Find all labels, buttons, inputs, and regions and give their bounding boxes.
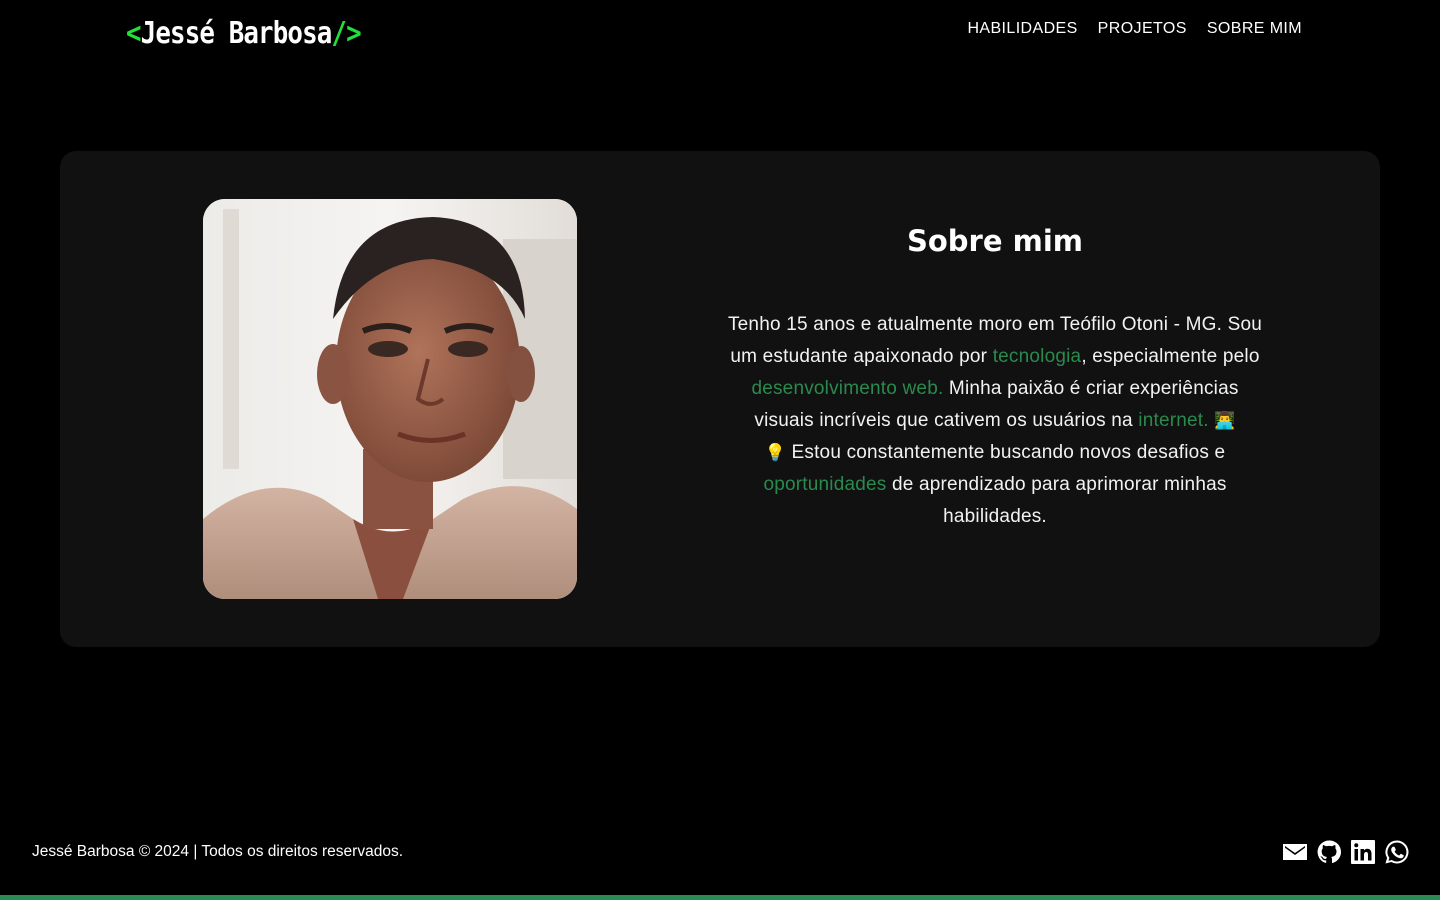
technologist-emoji-icon: 👨‍💻 [1214, 411, 1236, 430]
about-title: Sobre mim [906, 224, 1083, 258]
lightbulb-emoji-icon: 💡 [764, 443, 787, 462]
about-section: Sobre mim Tenho 15 anos e atualmente mor… [720, 211, 1270, 533]
logo-close-bracket: /> [331, 16, 361, 51]
about-text-2: , especialmente pelo [1081, 346, 1260, 367]
logo-name: Jessé Barbosa [140, 16, 333, 51]
nav-link-habilidades[interactable]: HABILIDADES [967, 18, 1077, 40]
nav-link-sobre-mim[interactable]: SOBRE MIM [1207, 18, 1302, 40]
social-links [1282, 837, 1410, 867]
profile-photo-illustration [203, 199, 577, 599]
top-navbar: <Jessé Barbosa/> HABILIDADES PROJETOS SO… [0, 0, 1440, 70]
highlight-internet: internet. [1138, 410, 1209, 431]
github-icon-glyph [1317, 840, 1341, 864]
email-icon[interactable] [1282, 837, 1308, 867]
about-card: Sobre mim Tenho 15 anos e atualmente mor… [60, 151, 1380, 647]
highlight-tecnologia: tecnologia [992, 346, 1082, 367]
main-nav: HABILIDADES PROJETOS SOBRE MIM [967, 18, 1302, 40]
highlight-oportunidades: oportunidades [763, 474, 887, 495]
about-text-5: de aprendizado para aprimorar minhas hab… [886, 474, 1227, 527]
logo-open-bracket: < [126, 16, 142, 51]
github-icon[interactable] [1316, 837, 1342, 867]
copyright-text: Jessé Barbosa © 2024 | Todos os direitos… [32, 843, 404, 860]
footer-accent-line [0, 895, 1440, 900]
about-paragraph: Tenho 15 anos e atualmente moro em Teófi… [720, 309, 1270, 533]
linkedin-icon[interactable] [1350, 837, 1376, 867]
site-logo[interactable]: <Jessé Barbosa/> [126, 12, 362, 56]
nav-link-projetos[interactable]: PROJETOS [1098, 18, 1187, 40]
highlight-desenvolvimento-web: desenvolvimento web. [751, 378, 944, 399]
profile-photo [203, 199, 577, 599]
email-icon-glyph [1283, 844, 1307, 860]
about-text-4: Estou constantemente buscando novos desa… [786, 442, 1226, 463]
linkedin-icon-glyph [1351, 840, 1375, 864]
whatsapp-icon-glyph [1385, 840, 1409, 864]
whatsapp-icon[interactable] [1384, 837, 1410, 867]
